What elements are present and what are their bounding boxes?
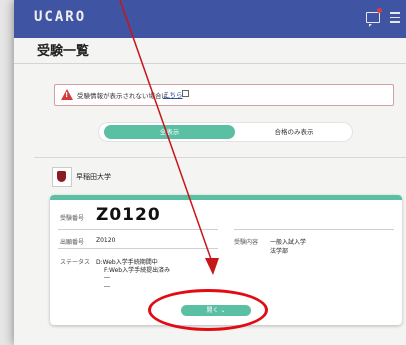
annotation-highlight-oval [148, 289, 268, 331]
row-divider [234, 229, 394, 230]
menu-icon[interactable] [390, 12, 400, 26]
exam-number: Z0120 [96, 205, 161, 225]
exam-content-faculty: 法学部 [270, 248, 289, 255]
status-line: F:Web入学手続提出済み [104, 267, 171, 274]
application-number-label: 出願番号 [60, 239, 85, 246]
warning-icon [61, 89, 73, 100]
row-divider [58, 248, 218, 249]
title-divider [14, 63, 406, 64]
tab-show-passed[interactable]: 合格のみ表示 [239, 125, 349, 139]
alert-text: 受験情報が表示されない場合は、 [77, 92, 175, 100]
application-number: Z0120 [96, 237, 116, 244]
exam-number-label: 受験番号 [60, 215, 85, 222]
message-icon[interactable] [366, 12, 380, 27]
exam-content-type: 一般入試入学 [270, 239, 307, 246]
status-line: ― [104, 274, 110, 281]
alert-banner: 受験情報が表示されない場合は、 こちら [54, 84, 394, 106]
notification-dot-icon [377, 8, 382, 13]
app-logo[interactable]: UCARO [34, 9, 86, 25]
status-line: ― [104, 283, 110, 290]
card-accent-bar [50, 195, 402, 200]
exam-content-label: 受験内容 [234, 239, 259, 246]
filter-toggle: 全表示 合格のみ表示 [99, 123, 352, 141]
status-label: ステータス [60, 259, 91, 266]
header-bar: UCARO [14, 0, 406, 38]
row-divider [58, 229, 218, 230]
university-name: 早稲田大学 [76, 173, 111, 181]
university-emblem-icon [52, 167, 72, 187]
section-divider [34, 157, 406, 158]
page-title: 受験一覧 [37, 44, 90, 59]
tab-show-all[interactable]: 全表示 [104, 125, 235, 139]
alert-link[interactable]: こちら [163, 89, 183, 99]
external-link-icon[interactable] [182, 90, 189, 97]
